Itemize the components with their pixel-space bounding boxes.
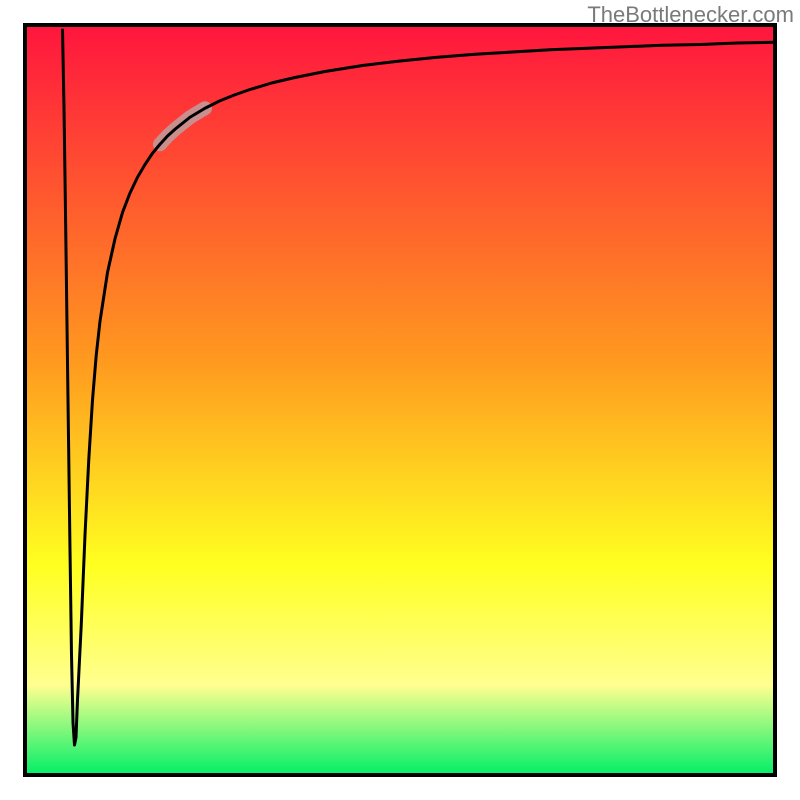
gradient-background xyxy=(25,25,775,775)
chart-container: TheBottlenecker.com xyxy=(0,0,800,800)
bottleneck-chart xyxy=(0,0,800,800)
attribution-label: TheBottlenecker.com xyxy=(587,2,794,28)
